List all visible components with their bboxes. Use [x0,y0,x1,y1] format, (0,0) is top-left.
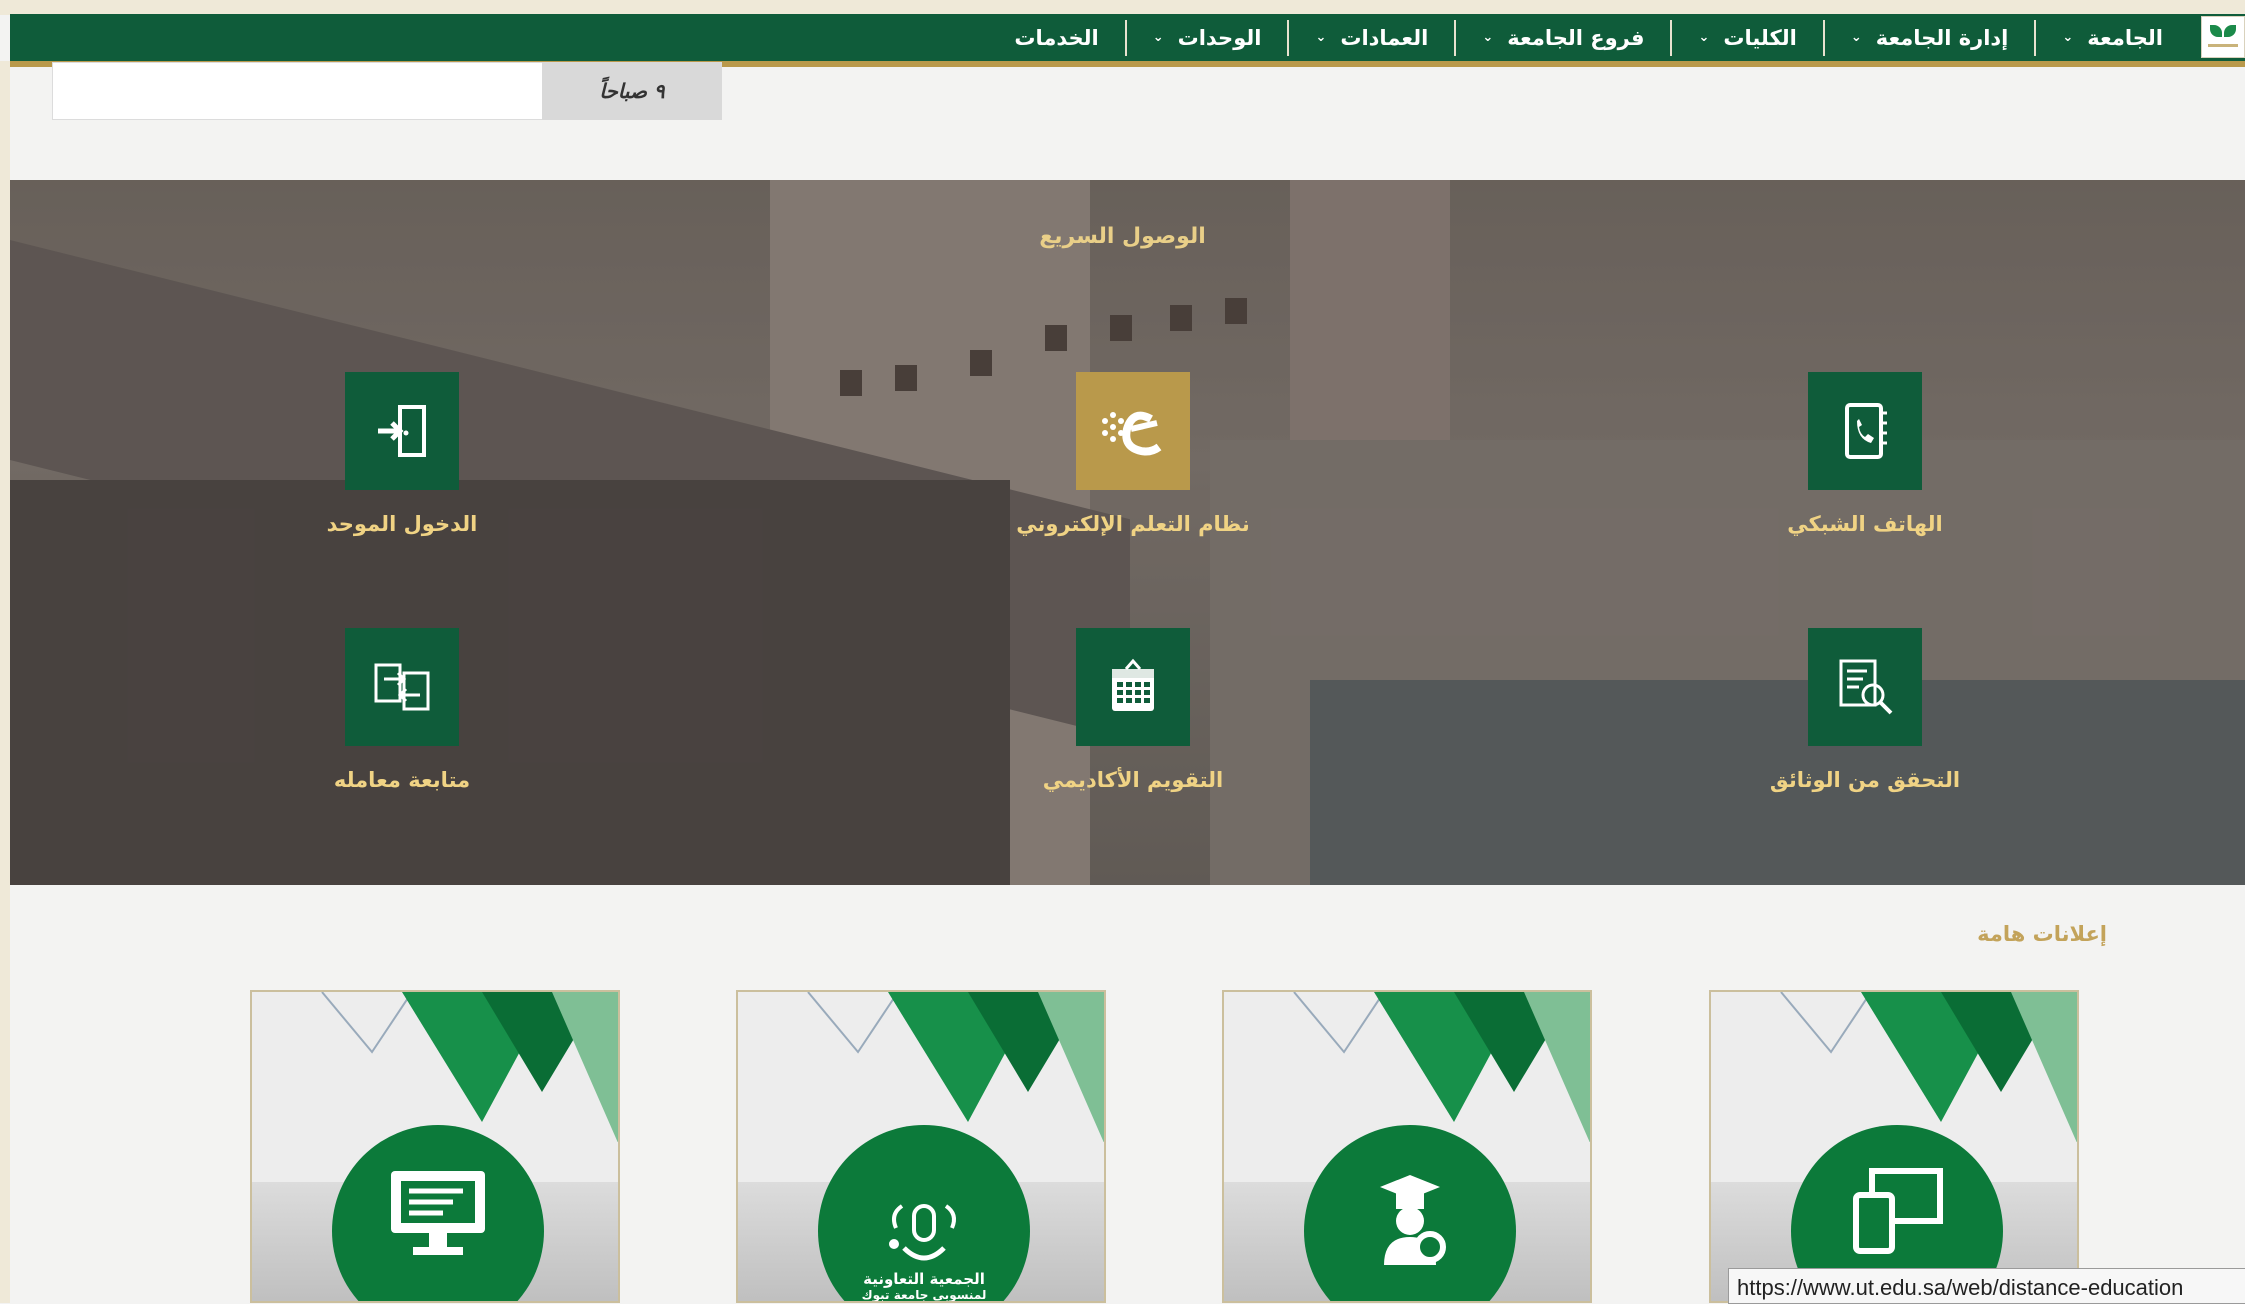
card-icon-circle [1304,1125,1516,1301]
nav-item-colleges[interactable]: الكليات ⌄ [1670,19,1822,56]
chevron-down-icon: ⌄ [1152,30,1164,45]
tile-transaction-tracking[interactable]: متابعة معامله [245,628,545,818]
tile-icon-box [345,372,459,490]
card-logo-subtext: لمنسوبي جامعة تبوك [861,1288,987,1302]
nav-item-branches[interactable]: فروع الجامعة ⌄ [1454,19,1670,56]
nav-item-units[interactable]: الوحدات ⌄ [1124,19,1288,56]
nav-item-university[interactable]: الجامعة ⌄ [2034,19,2189,56]
card-decoration [807,992,1104,1142]
announcement-card[interactable] [1222,990,1592,1303]
tile-label: الهاتف الشبكي [1787,512,1943,536]
tile-unified-login[interactable]: الدخول الموحد [245,372,545,562]
tile-label: نظام التعلم الإلكتروني [1016,512,1250,536]
transfer-icon [374,663,430,711]
top-decorative-strip [0,0,2245,15]
tile-network-phone[interactable]: الهاتف الشبكي [1708,372,2008,562]
tile-label: متابعة معامله [333,768,471,792]
cooperative-society-logo [889,1204,956,1261]
tile-academic-calendar[interactable]: التقويم الأكاديمي [976,628,1276,818]
nav-item-label: الوحدات [1177,25,1262,50]
phone-book-icon [1845,403,1887,459]
chevron-down-icon: ⌄ [1850,30,1862,45]
card-decoration [1293,992,1590,1142]
nav-item-label: إدارة الجامعة [1875,25,2009,50]
nav-item-label: الكليات [1723,25,1797,50]
nav-item-label: العمادات [1340,25,1429,50]
nav-item-label: الجامعة [2087,25,2163,50]
monitor-icon [391,1171,485,1255]
tile-label: التقويم الأكاديمي [1042,768,1224,792]
tile-icon-box [1076,372,1190,490]
card-decoration [1780,992,2077,1142]
tile-icon-box [1808,628,1922,746]
main-navbar: الجامعة ⌄ إدارة الجامعة ⌄ الكليات ⌄ فروع… [10,14,2245,67]
tile-icon-box [345,628,459,746]
document-search-icon [1839,659,1893,715]
chevron-down-icon: ⌄ [2062,30,2074,45]
link-status-url: https://www.ut.edu.sa/web/distance-educa… [1728,1268,2245,1304]
announcements-title: إعلانات هامة [1977,922,2107,946]
nav-item-administration[interactable]: إدارة الجامعة ⌄ [1822,19,2035,56]
nav-item-services[interactable]: الخدمات [988,20,1124,56]
time-label: ٩ صباحاً [542,62,722,120]
chevron-down-icon: ⌄ [1698,30,1710,45]
tile-icon-box [1076,628,1190,746]
card-decoration [321,992,618,1142]
tile-label: الدخول الموحد [326,512,478,536]
nav-item-label: فروع الجامعة [1507,25,1645,50]
elearning-icon [1102,411,1162,456]
card-icon-circle: الجمعية التعاونية لمنسوبي جامعة تبوك [818,1125,1030,1302]
nav-item-label: الخدمات [1014,25,1099,50]
nav-item-deanships[interactable]: العمادات ⌄ [1287,19,1454,56]
tile-document-verification[interactable]: التحقق من الوثائق [1708,628,2008,818]
tile-elearning[interactable]: نظام التعلم الإلكتروني [976,372,1276,562]
announcement-card[interactable] [1709,990,2079,1303]
announcement-card[interactable]: الجمعية التعاونية لمنسوبي جامعة تبوك [736,990,1106,1303]
login-door-icon [378,405,426,457]
devices-icon [1853,1168,1943,1254]
chevron-down-icon: ⌄ [1315,30,1327,45]
announcement-card[interactable] [250,990,620,1303]
chevron-down-icon: ⌄ [1482,30,1494,45]
quick-access-title: الوصول السريع [1039,224,1206,249]
nav-menu: الجامعة ⌄ إدارة الجامعة ⌄ الكليات ⌄ فروع… [988,14,2189,61]
card-logo-text: الجمعية التعاونية [863,1270,985,1288]
university-logo[interactable] [2201,16,2245,58]
tile-icon-box [1808,372,1922,490]
calendar-icon [1112,658,1154,711]
graduate-gear-icon [1380,1175,1446,1265]
tile-label: التحقق من الوثائق [1769,768,1961,792]
card-icon-circle [332,1125,544,1301]
